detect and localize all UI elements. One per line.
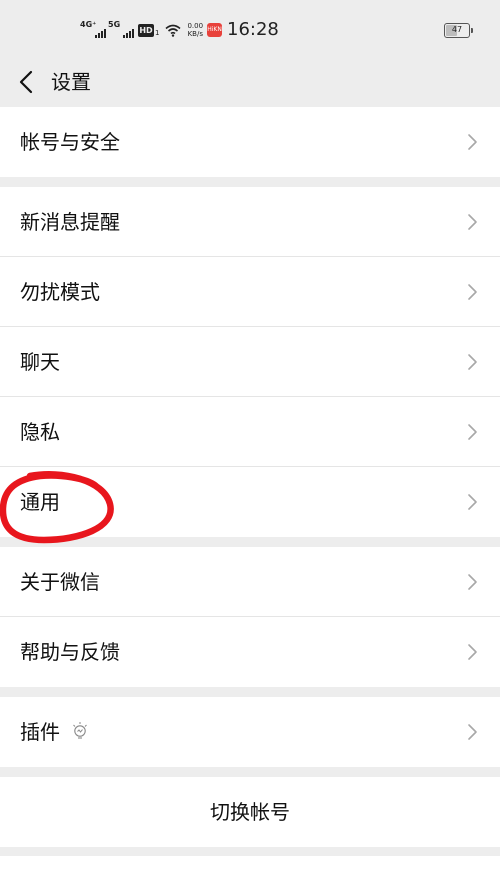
settings-group-account: 帐号与安全 — [0, 107, 500, 177]
chevron-right-icon — [468, 724, 477, 740]
lightbulb-icon — [73, 722, 87, 739]
settings-item-do-not-disturb[interactable]: 勿扰模式 — [0, 257, 500, 327]
chevron-right-icon — [468, 424, 477, 440]
hd-voice-icon: HD — [138, 23, 154, 37]
settings-group-plugins: 插件 — [0, 697, 500, 767]
settings-item-label: 插件 — [20, 720, 60, 744]
battery-icon: 47 — [444, 23, 473, 38]
chevron-right-icon — [468, 574, 477, 590]
settings-item-label: 通用 — [20, 490, 60, 514]
chevron-left-icon[interactable] — [14, 66, 40, 98]
status-time: 16:28 — [227, 19, 279, 40]
battery-percent: 47 — [451, 25, 463, 34]
signal-4g-icon: 4G⁺ — [80, 20, 106, 40]
nav-bar: 设置 — [0, 58, 500, 106]
switch-account-button[interactable]: 切换帐号 — [0, 777, 500, 847]
settings-item-label: 帐号与安全 — [20, 130, 120, 154]
settings-item-help-feedback[interactable]: 帮助与反馈 — [0, 617, 500, 687]
settings-item-label: 勿扰模式 — [20, 280, 100, 304]
chevron-right-icon — [468, 644, 477, 660]
wifi-icon — [165, 24, 181, 37]
chevron-right-icon — [468, 284, 477, 300]
settings-item-about-wechat[interactable]: 关于微信 — [0, 547, 500, 617]
settings-item-chat[interactable]: 聊天 — [0, 327, 500, 397]
page-title: 设置 — [51, 70, 91, 94]
status-icons-left: 4G⁺ 5G HD 1 0.00 KB/s HiKN — [80, 18, 223, 42]
settings-item-label: 帮助与反馈 — [20, 640, 120, 664]
settings-item-plugins[interactable]: 插件 — [0, 697, 500, 767]
logout-button-partial[interactable] — [0, 856, 500, 880]
settings-item-account-security[interactable]: 帐号与安全 — [0, 107, 500, 177]
signal-5g-icon: 5G — [108, 20, 134, 40]
hd-sub-label: 1 — [155, 29, 160, 37]
app-notification-icon: HiKN — [207, 23, 223, 37]
settings-group-main: 新消息提醒 勿扰模式 聊天 隐私 通用 — [0, 187, 500, 537]
status-bar: 4G⁺ 5G HD 1 0.00 KB/s HiKN 16:28 47 — [0, 0, 500, 58]
chevron-right-icon — [468, 494, 477, 510]
settings-item-general[interactable]: 通用 — [0, 467, 500, 537]
chevron-right-icon — [468, 354, 477, 370]
network-speed: 0.00 KB/s — [187, 22, 204, 38]
settings-item-label: 隐私 — [20, 420, 60, 444]
settings-item-label: 聊天 — [20, 350, 60, 374]
settings-item-label: 关于微信 — [20, 570, 100, 594]
settings-item-label: 新消息提醒 — [20, 210, 120, 234]
chevron-right-icon — [468, 214, 477, 230]
chevron-right-icon — [468, 134, 477, 150]
settings-group-about: 关于微信 帮助与反馈 — [0, 547, 500, 687]
settings-item-new-message-notify[interactable]: 新消息提醒 — [0, 187, 500, 257]
settings-item-privacy[interactable]: 隐私 — [0, 397, 500, 467]
